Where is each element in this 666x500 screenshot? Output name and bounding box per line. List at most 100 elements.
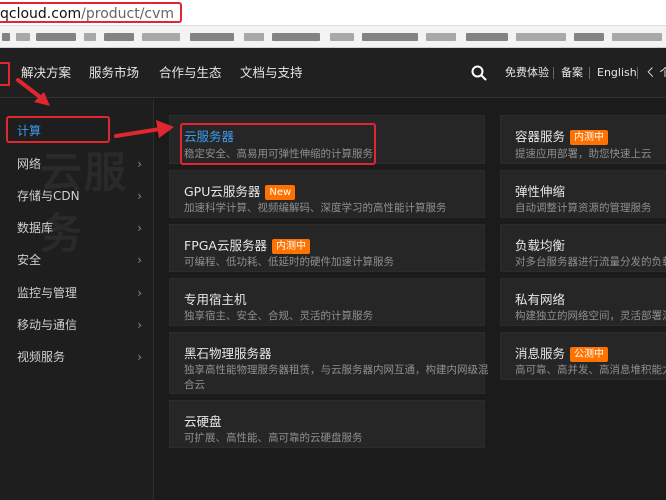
- product-title-text: 容器服务: [515, 129, 566, 144]
- bookmark-item[interactable]: [36, 33, 76, 41]
- bookmark-item[interactable]: [104, 33, 134, 41]
- product-card-gpu[interactable]: GPU云服务器 New 加速科学计算、视频编解码、深度学习的高性能计算服务: [169, 170, 485, 218]
- account-menu[interactable]: ㄑ 个: [645, 48, 666, 98]
- product-card-dedicated-host[interactable]: 专用宿主机 独享宿主、安全、合规、灵活的计算服务: [169, 278, 485, 326]
- product-title: 消息服务 公测中: [515, 343, 609, 362]
- bookmark-item[interactable]: [244, 33, 264, 41]
- url-path: /product/cvm: [81, 6, 175, 22]
- sidebar-item-storage-cdn[interactable]: 存储与CDN ›: [0, 180, 154, 212]
- icp-filing-link[interactable]: 备案: [561, 48, 583, 98]
- beta-badge: 内测中: [570, 130, 609, 145]
- product-desc: 高可靠、高并发、高消息堆积能力的: [515, 364, 666, 376]
- product-desc: 加速科学计算、视频编解码、深度学习的高性能计算服务: [184, 202, 447, 214]
- chevron-right-icon: ›: [137, 157, 142, 171]
- bookmark-item[interactable]: [330, 33, 354, 41]
- divider: [589, 67, 590, 79]
- product-card-cvm[interactable]: 云服务器 稳定安全、高易用可弹性伸缩的计算服务: [169, 115, 485, 165]
- product-title: GPU云服务器 New: [184, 181, 296, 200]
- sidebar-item-label: 视频服务: [17, 350, 66, 364]
- sidebar-item-network[interactable]: 网络 ›: [0, 148, 154, 180]
- bookmark-item[interactable]: [574, 33, 604, 41]
- divider: [553, 67, 554, 79]
- product-title-text: 消息服务: [515, 346, 566, 361]
- product-title: 容器服务 内测中: [515, 126, 609, 145]
- sidebar-item-label: 监控与管理: [17, 286, 78, 300]
- product-card-fpga[interactable]: FPGA云服务器 内测中 可编程、低功耗、低延时的硬件加速计算服务: [169, 224, 485, 272]
- bookmark-item[interactable]: [362, 33, 418, 41]
- annotation-box: [6, 116, 110, 143]
- product-card-message-service[interactable]: 消息服务公测中 高可靠、高并发、高消息堆积能力的: [500, 332, 666, 380]
- product-panel: 云服务器 稳定安全、高易用可弹性伸缩的计算服务 GPU云服务器 New 加速科学计…: [155, 99, 666, 500]
- sidebar-item-security[interactable]: 安全 ›: [0, 244, 154, 276]
- public-beta-badge: 公测中: [570, 347, 609, 362]
- product-card-load-balancer[interactable]: 负载均衡 对多台服务器进行流量分发的负载均: [500, 224, 666, 272]
- chevron-right-icon: ›: [137, 350, 142, 364]
- product-desc: 可扩展、高性能、高可靠的云硬盘服务: [184, 432, 363, 444]
- product-desc: 独享高性能物理服务器租赁，与云服务器内网互通，构建内网级混: [184, 364, 489, 376]
- sidebar-item-video[interactable]: 视频服务 ›: [0, 341, 154, 373]
- product-desc: 提速应用部署，助您快速上云: [515, 148, 652, 160]
- product-title: 黑石物理服务器: [184, 346, 272, 361]
- bookmark-item[interactable]: [16, 33, 30, 41]
- bookmarks-bar: [0, 26, 666, 48]
- language-link[interactable]: English: [597, 48, 637, 98]
- bookmark-item[interactable]: [516, 33, 566, 41]
- product-title: FPGA云服务器 内测中: [184, 235, 310, 254]
- product-title: 弹性伸缩: [515, 184, 566, 199]
- url-field[interactable]: qcloud.com/product/cvm: [0, 2, 183, 23]
- product-desc-cont: 合云: [184, 379, 205, 391]
- top-nav: 解决方案 服务市场 合作与生态 文档与支持 免费体验 备案 English ㄑ …: [0, 48, 666, 98]
- chevron-right-icon: ›: [137, 221, 142, 235]
- product-card-auto-scaling[interactable]: 弹性伸缩 自动调整计算资源的管理服务: [500, 170, 666, 218]
- sidebar-item-label: 存储与CDN: [17, 189, 80, 203]
- nav-item-docs[interactable]: 文档与支持: [240, 48, 303, 98]
- product-desc: 构建独立的网络空间，灵活部署混合: [515, 310, 666, 322]
- chevron-right-icon: ›: [137, 286, 142, 300]
- sidebar-item-monitoring[interactable]: 监控与管理 ›: [0, 277, 154, 309]
- divider: [637, 67, 638, 79]
- product-desc: 自动调整计算资源的管理服务: [515, 202, 652, 214]
- product-card-vpc[interactable]: 私有网络 构建独立的网络空间，灵活部署混合: [500, 278, 666, 326]
- product-card-bare-metal[interactable]: 黑石物理服务器 独享高性能物理服务器租赁，与云服务器内网互通，构建内网级混 合云: [169, 332, 489, 394]
- free-trial-link[interactable]: 免费体验: [505, 48, 549, 98]
- product-card-container[interactable]: 容器服务 内测中 提速应用部署，助您快速上云: [500, 115, 666, 164]
- search-icon[interactable]: [471, 65, 487, 81]
- product-title: 私有网络: [515, 292, 566, 307]
- product-title-text: GPU云服务器: [184, 184, 261, 199]
- new-badge: New: [265, 185, 296, 200]
- product-desc: 可编程、低功耗、低延时的硬件加速计算服务: [184, 256, 394, 268]
- bookmark-item[interactable]: [190, 33, 234, 41]
- address-bar[interactable]: qcloud.com/product/cvm: [0, 0, 666, 26]
- bookmark-item[interactable]: [142, 33, 180, 41]
- bookmark-icon[interactable]: [2, 33, 10, 41]
- nav-item-ecosystem[interactable]: 合作与生态: [159, 48, 222, 98]
- chevron-right-icon: ›: [137, 318, 142, 332]
- sidebar-item-label: 安全: [17, 253, 42, 267]
- sidebar-item-label: 网络: [17, 157, 42, 171]
- product-title-text: FPGA云服务器: [184, 238, 267, 253]
- beta-badge: 内测中: [271, 239, 310, 254]
- product-title: 专用宿主机: [184, 292, 247, 307]
- bookmark-item[interactable]: [84, 33, 96, 41]
- chevron-right-icon: ›: [137, 189, 142, 203]
- sidebar-item-label: 数据库: [17, 221, 54, 235]
- product-card-cloud-disk[interactable]: 云硬盘 可扩展、高性能、高可靠的云硬盘服务: [169, 400, 485, 448]
- category-sidebar: 云服务 计算 网络 › 存储与CDN › 数据库 › 安全 › 监控与管理 › …: [0, 99, 154, 500]
- product-desc: 独享宿主、安全、合规、灵活的计算服务: [184, 310, 373, 322]
- product-title: 云服务器: [184, 129, 235, 144]
- annotation-arrow: [114, 120, 174, 138]
- bookmark-item[interactable]: [426, 33, 456, 41]
- sidebar-item-database[interactable]: 数据库 ›: [0, 212, 154, 244]
- bookmark-item[interactable]: [466, 33, 508, 41]
- sidebar-item-label: 移动与通信: [17, 318, 78, 332]
- sidebar-item-mobile[interactable]: 移动与通信 ›: [0, 309, 154, 341]
- product-title: 云硬盘: [184, 414, 222, 429]
- annotation-arrow: [16, 78, 50, 106]
- nav-item-marketplace[interactable]: 服务市场: [89, 48, 139, 98]
- chevron-right-icon: ›: [137, 253, 142, 267]
- page: qcloud.com/product/cvm 解决方案 服务市场 合作与生态 文…: [0, 0, 666, 500]
- annotation-box: [0, 62, 10, 86]
- bookmark-item[interactable]: [272, 33, 320, 41]
- bookmark-item[interactable]: [612, 33, 662, 41]
- product-title: 负载均衡: [515, 238, 566, 253]
